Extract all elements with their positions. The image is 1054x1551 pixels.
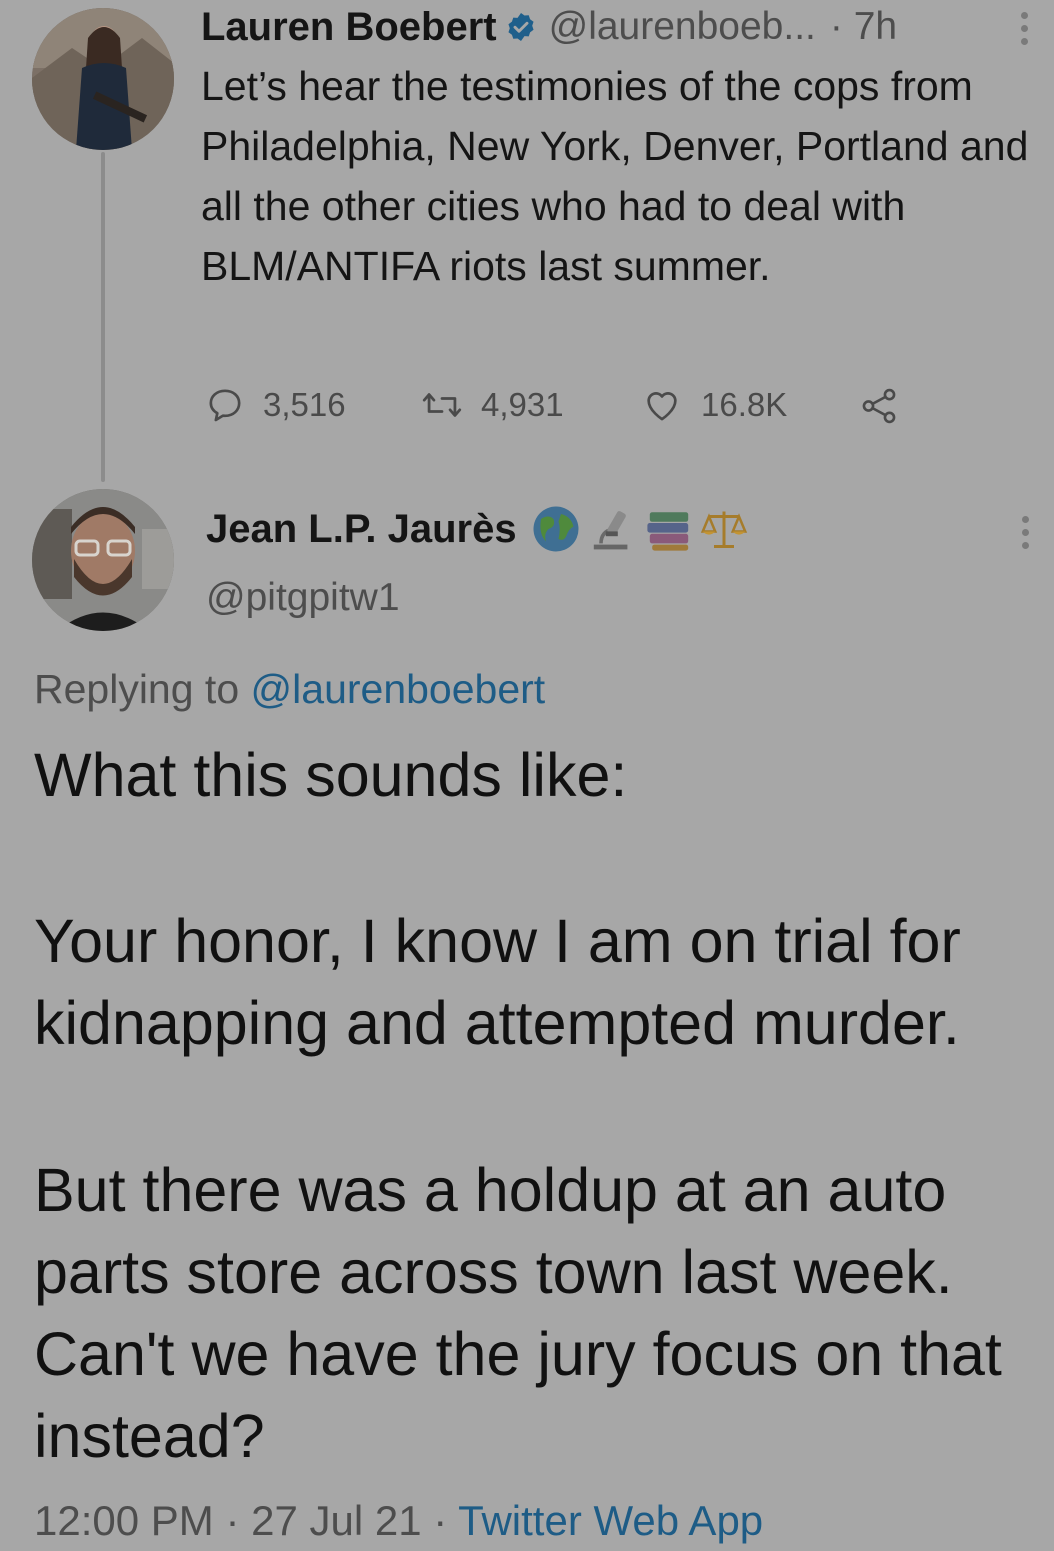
like-count: 16.8K xyxy=(701,386,788,423)
avatar-lauren-boebert[interactable] xyxy=(32,8,174,150)
reply-button[interactable]: 3,516 xyxy=(205,385,346,425)
tweet2-handle[interactable]: @pitgpitw1 xyxy=(206,576,400,620)
avatar-jean-jaures[interactable] xyxy=(32,489,174,631)
avatar-photo xyxy=(32,489,174,631)
globe-emoji-icon xyxy=(531,504,581,554)
tweet2-footer: 12:00 PM · 27 Jul 21 · Twitter Web App xyxy=(34,1497,763,1545)
tweet2-header: Jean L.P. Jaurès xyxy=(206,504,749,554)
thread-connector-line xyxy=(101,152,105,482)
verified-badge-icon xyxy=(505,11,537,43)
scales-emoji-icon xyxy=(699,504,749,554)
microscope-emoji-icon xyxy=(589,504,637,554)
tweet2-paragraph-2: Your honor, I know I am on trial for kid… xyxy=(34,907,961,1057)
replying-to-handle-link[interactable]: @laurenboebert xyxy=(251,666,546,712)
retweet-icon xyxy=(421,385,463,425)
tweet2-paragraph-1: What this sounds like: xyxy=(34,741,628,809)
tweet1-time[interactable]: · 7h xyxy=(830,5,897,49)
replying-to-label: Replying to xyxy=(34,666,240,712)
tweet2-author-name[interactable]: Jean L.P. Jaurès xyxy=(206,507,517,552)
tweet1-text: Let’s hear the testimonies of the cops f… xyxy=(201,63,1029,289)
retweet-count: 4,931 xyxy=(481,386,564,423)
reply-count: 3,516 xyxy=(263,386,346,423)
tweet2-source-link[interactable]: Twitter Web App xyxy=(458,1497,763,1544)
tweet1-handle[interactable]: @laurenboeb... xyxy=(549,5,816,49)
tweet2-paragraph-3: But there was a holdup at an auto parts … xyxy=(34,1156,1002,1470)
tweet1-author-name[interactable]: Lauren Boebert xyxy=(201,5,497,50)
books-emoji-icon xyxy=(645,504,693,554)
reply-icon xyxy=(205,385,245,425)
like-icon xyxy=(641,385,683,425)
replying-to: Replying to @laurenboebert xyxy=(34,666,545,713)
tweet1-action-bar: 3,516 4,931 16.8K xyxy=(205,385,925,429)
avatar-photo xyxy=(32,8,174,150)
share-icon[interactable] xyxy=(857,385,901,432)
more-icon[interactable] xyxy=(1021,516,1029,549)
more-icon[interactable] xyxy=(1020,12,1028,45)
like-button[interactable]: 16.8K xyxy=(641,385,787,425)
tweet2-timestamp[interactable]: 12:00 PM · 27 Jul 21 · xyxy=(34,1497,458,1544)
tweet1-header: Lauren Boebert @laurenboeb... · 7h xyxy=(201,4,1001,50)
retweet-button[interactable]: 4,931 xyxy=(421,385,564,425)
